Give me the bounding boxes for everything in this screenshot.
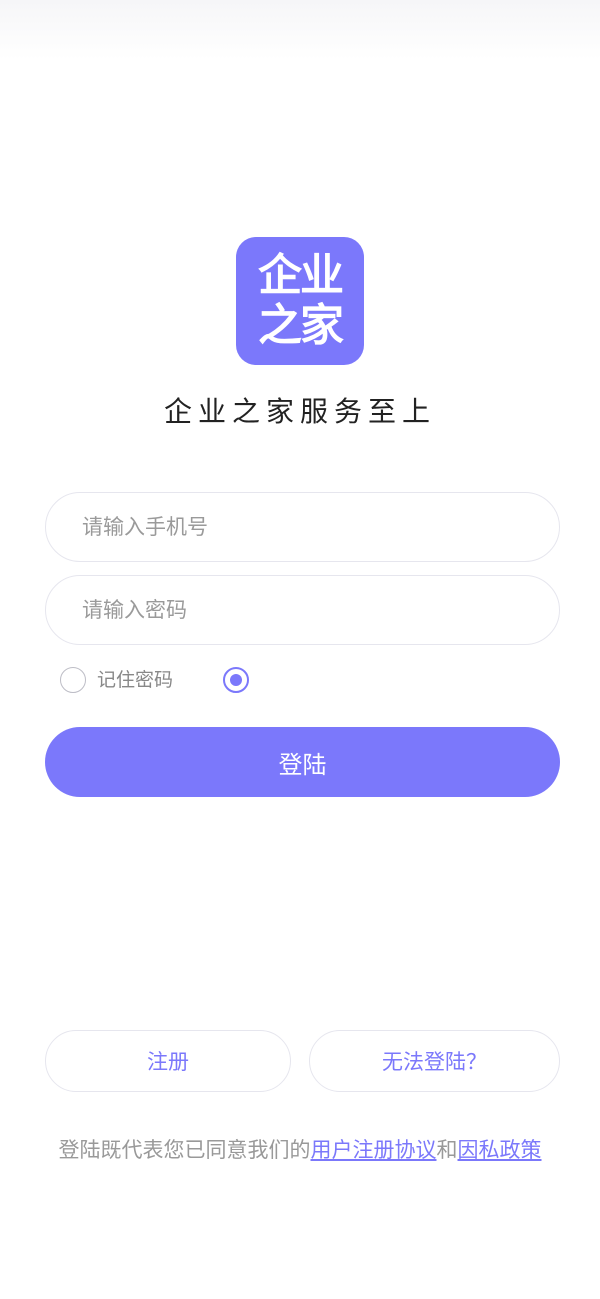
logo-text-line-2: 之家 — [258, 300, 344, 351]
password-input[interactable] — [45, 575, 560, 645]
register-button[interactable]: 注册 — [45, 1030, 291, 1092]
login-button[interactable]: 登陆 — [45, 727, 560, 797]
privacy-policy-link[interactable]: 因私政策 — [458, 1138, 542, 1162]
agreement-prefix: 登陆既代表您已同意我们的 — [58, 1138, 311, 1162]
remember-password-radio[interactable] — [60, 667, 86, 693]
phone-input[interactable] — [45, 492, 560, 562]
logo-text-line-1: 企业 — [258, 250, 344, 301]
agreement-and: 和 — [436, 1138, 458, 1162]
user-agreement-link[interactable]: 用户注册协议 — [311, 1138, 437, 1162]
cannot-login-button[interactable]: 无法登陆？ — [309, 1030, 560, 1092]
app-logo: 企业 之家 — [236, 237, 364, 365]
agree-radio[interactable] — [223, 667, 249, 693]
remember-password-label[interactable]: 记住密码 — [97, 668, 173, 692]
agreement-text: 登陆既代表您已同意我们的用户注册协议和因私政策 — [0, 1134, 600, 1164]
app-slogan: 企业之家服务至上 — [163, 395, 436, 428]
